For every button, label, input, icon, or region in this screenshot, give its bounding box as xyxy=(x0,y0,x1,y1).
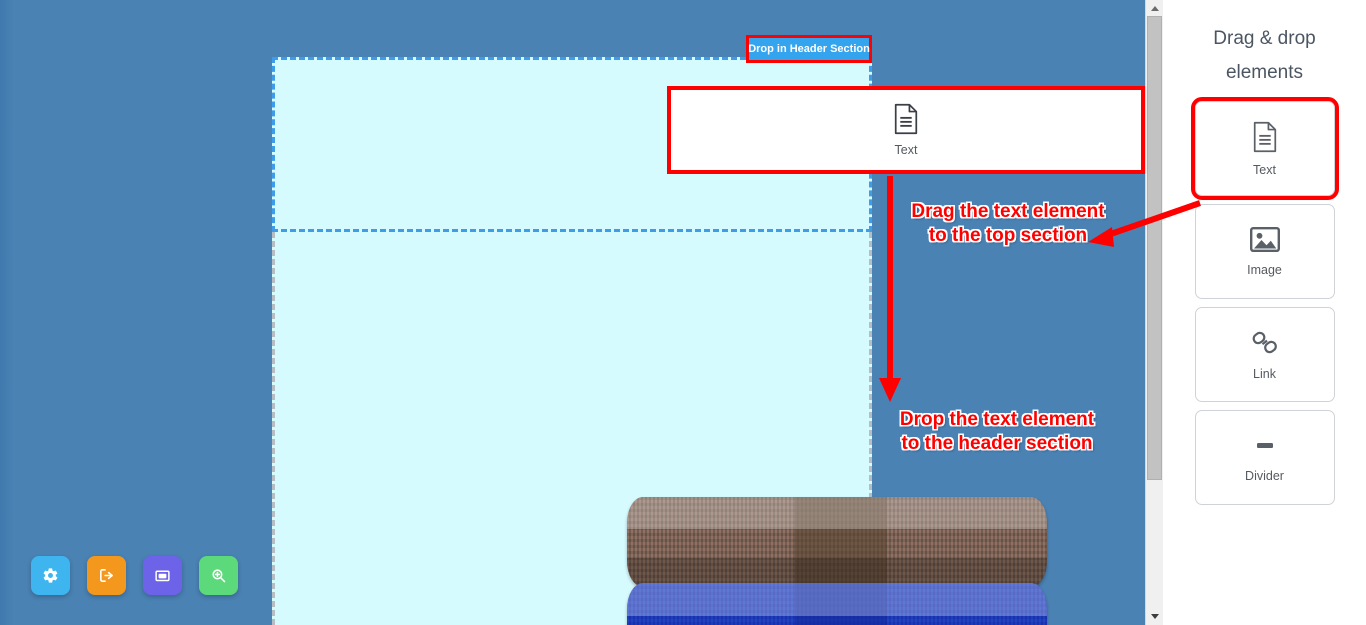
link-chain-icon xyxy=(1250,329,1280,362)
export-icon xyxy=(98,567,115,584)
preview-zoom-button[interactable] xyxy=(199,556,238,595)
floating-toolbar xyxy=(31,556,238,595)
towels-image xyxy=(627,497,1047,625)
settings-button[interactable] xyxy=(31,556,70,595)
sidebar-item-label: Link xyxy=(1253,366,1276,381)
sidebar-title: Drag & drop elements xyxy=(1213,28,1316,83)
gear-icon xyxy=(42,567,59,584)
vertical-scrollbar[interactable] xyxy=(1145,0,1163,625)
dragged-text-element[interactable]: Text xyxy=(667,86,1145,174)
dragged-element-label: Text xyxy=(894,143,918,157)
sidebar-item-image[interactable]: Image xyxy=(1194,204,1335,299)
sidebar-item-label: Text xyxy=(1253,162,1276,177)
image-icon xyxy=(1249,226,1280,258)
annotation-drop-to-header: Drop the text element to the header sect… xyxy=(899,409,1095,454)
sidebar-item-link[interactable]: Link xyxy=(1194,307,1335,402)
towel-highlight xyxy=(627,583,1047,616)
zoom-in-icon xyxy=(210,567,227,584)
text-document-icon xyxy=(892,103,920,140)
scrollbar-thumb[interactable] xyxy=(1147,16,1162,480)
element-list: Text Image Link Divider xyxy=(1163,97,1366,505)
towel-layer-blue xyxy=(627,583,1047,625)
towel-layer-brown xyxy=(627,497,1047,587)
save-icon xyxy=(154,567,171,584)
sidebar-item-label: Image xyxy=(1247,263,1282,277)
annotation-drag-to-top: Drag the text element to the top section xyxy=(911,201,1105,246)
sidebar-item-divider[interactable]: Divider xyxy=(1194,410,1335,505)
export-button[interactable] xyxy=(87,556,126,595)
editor-canvas-area[interactable]: Drop in Header Section Text Drag the tex… xyxy=(0,0,1145,625)
drop-in-header-label: Drop in Header Section xyxy=(746,35,872,63)
save-button[interactable] xyxy=(143,556,182,595)
sidebar-item-text[interactable]: Text xyxy=(1190,97,1339,200)
elements-sidebar: Drag & drop elements Text Image Link Div… xyxy=(1163,0,1366,625)
scroll-up-arrow-icon[interactable] xyxy=(1146,0,1163,17)
app-root: Drop in Header Section Text Drag the tex… xyxy=(0,0,1366,625)
divider-icon xyxy=(1250,433,1280,464)
scroll-down-arrow-icon[interactable] xyxy=(1146,608,1163,625)
text-document-icon xyxy=(1251,121,1279,158)
towel-highlight xyxy=(627,497,1047,529)
sidebar-item-label: Divider xyxy=(1245,468,1284,483)
page-body-section[interactable] xyxy=(272,232,1047,625)
